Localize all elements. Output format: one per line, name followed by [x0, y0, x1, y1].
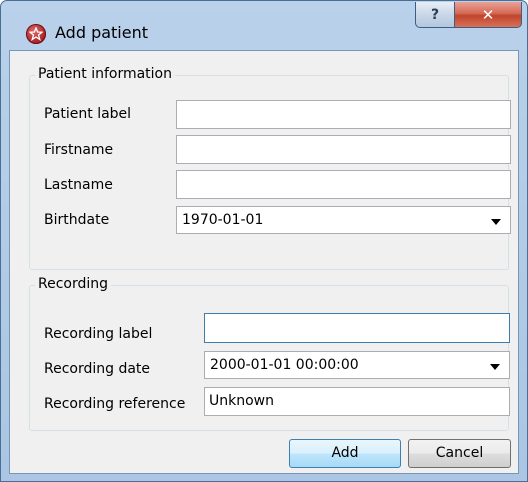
lastname-label: Lastname — [44, 177, 113, 193]
birthdate-label: Birthdate — [44, 212, 110, 228]
firstname-label: Firstname — [44, 142, 114, 158]
recording-reference-input[interactable]: Unknown — [204, 387, 510, 416]
birthdate-dropdown[interactable]: 1970-01-01 — [176, 206, 511, 234]
recording-date-label: Recording date — [44, 361, 151, 377]
patient-label-label: Patient label — [44, 106, 132, 122]
chevron-down-icon[interactable] — [491, 219, 501, 225]
lastname-input[interactable] — [176, 170, 511, 199]
firstname-input[interactable] — [176, 135, 511, 164]
patient-label-input[interactable] — [176, 100, 511, 129]
recording-label-input[interactable] — [204, 313, 510, 343]
window-title: Add patient — [55, 23, 148, 42]
birthdate-value: 1970-01-01 — [182, 212, 264, 228]
chevron-down-icon[interactable] — [490, 364, 500, 370]
app-logo-icon — [26, 24, 46, 44]
add-button[interactable]: Add — [289, 439, 401, 468]
recording-label-label: Recording label — [44, 326, 153, 342]
recording-date-value: 2000-01-01 00:00:00 — [210, 357, 359, 373]
recording-reference-label: Recording reference — [44, 396, 186, 412]
help-icon: ? — [430, 6, 440, 23]
dialog-window: Add patient ? ✕ Patient information Pati… — [0, 0, 528, 482]
close-button[interactable]: ✕ — [454, 2, 522, 28]
recording-date-dropdown[interactable]: 2000-01-01 00:00:00 — [204, 351, 510, 379]
patient-information-title: Patient information — [35, 66, 175, 82]
recording-group: Recording Recording label Recording date… — [29, 276, 510, 431]
recording-title: Recording — [35, 276, 112, 292]
close-icon: ✕ — [481, 5, 495, 24]
cancel-button[interactable]: Cancel — [408, 439, 511, 468]
patient-information-group: Patient information Patient label Firstn… — [29, 66, 511, 270]
help-button[interactable]: ? — [415, 2, 455, 28]
title-bar[interactable]: Add patient ? ✕ — [1, 1, 527, 49]
dialog-body: Patient information Patient label Firstn… — [9, 50, 519, 474]
